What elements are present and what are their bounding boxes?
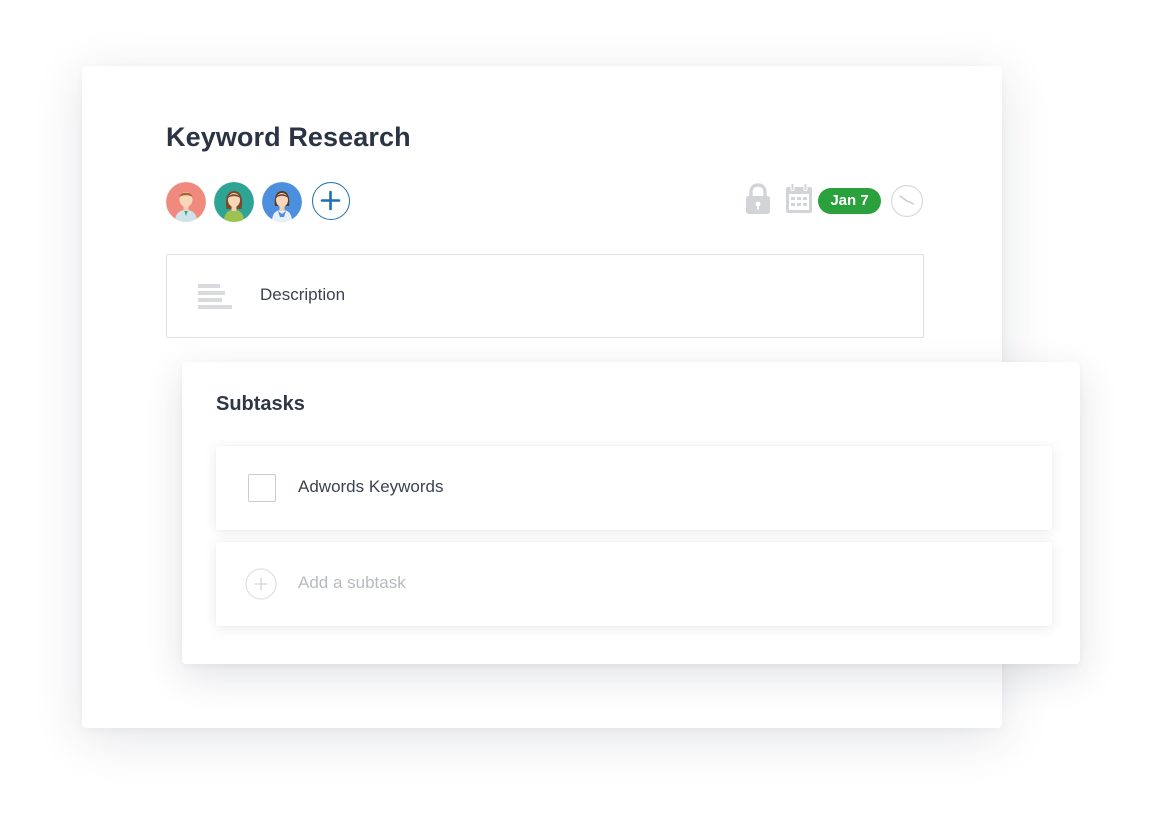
subtasks-title: Subtasks	[216, 393, 305, 415]
assignee-avatar-1[interactable]	[166, 182, 206, 222]
avatar-woman-icon	[214, 182, 254, 222]
avatar-man-icon	[166, 182, 206, 222]
subtask-row: Adwords Keywords	[216, 446, 1052, 530]
avatar-woman-2-icon	[262, 182, 302, 222]
description-placeholder: Description	[260, 285, 346, 304]
due-date-badge[interactable]: Jan 7	[818, 188, 881, 214]
clock-icon[interactable]	[890, 184, 924, 218]
subtask-checkbox[interactable]	[248, 474, 276, 502]
task-title[interactable]: Keyword Research	[166, 122, 411, 153]
description-field[interactable]: Description	[166, 254, 924, 338]
add-circle-icon[interactable]	[245, 568, 277, 600]
calendar-icon[interactable]	[785, 183, 813, 214]
plus-icon	[320, 190, 341, 211]
subtasks-panel: Subtasks Adwords Keywords Add a subtask	[182, 362, 1080, 664]
add-subtask-row[interactable]: Add a subtask	[216, 542, 1052, 626]
subtask-label[interactable]: Adwords Keywords	[298, 477, 444, 497]
lock-icon[interactable]	[745, 183, 771, 215]
add-subtask-placeholder: Add a subtask	[298, 573, 406, 592]
text-lines-icon	[198, 284, 232, 309]
assignee-avatar-3[interactable]	[262, 182, 302, 222]
stage: Keyword Research Jan 7 Description Subta…	[0, 0, 1161, 824]
add-assignee-button[interactable]	[312, 182, 350, 220]
assignee-avatar-2[interactable]	[214, 182, 254, 222]
